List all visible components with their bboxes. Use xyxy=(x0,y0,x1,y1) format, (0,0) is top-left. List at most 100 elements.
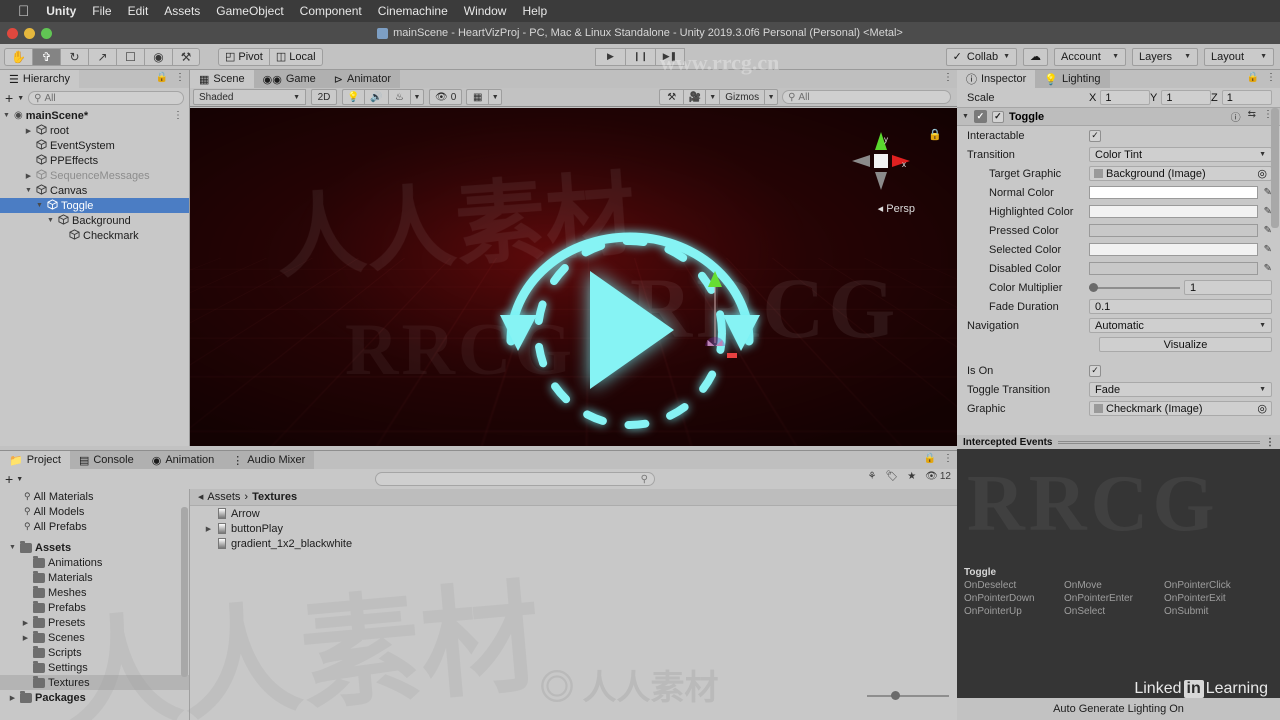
gizmos-dropdown[interactable]: ▼ xyxy=(764,89,779,105)
project-folder-settings[interactable]: ▶Settings xyxy=(0,660,189,675)
tab-lighting[interactable]: 💡 Lighting xyxy=(1035,70,1110,88)
step-button[interactable]: ▶❚ xyxy=(655,47,685,66)
transition-dropdown[interactable]: Color Tint ▼ xyxy=(1089,147,1272,162)
slider-knob[interactable] xyxy=(891,691,900,700)
chevron-icon[interactable]: ▶ xyxy=(21,619,30,627)
menu-item-component[interactable]: Component xyxy=(300,4,362,18)
project-search-input[interactable]: ⚲ xyxy=(375,472,655,486)
gizmos-button[interactable]: Gizmos xyxy=(719,89,765,105)
chevron-icon[interactable]: ▶ xyxy=(21,634,30,642)
project-folder-textures[interactable]: ▶Textures xyxy=(0,675,189,690)
chevron-right-icon[interactable]: ▶ xyxy=(204,525,213,533)
filter-by-type-icon[interactable]: ⚘ xyxy=(868,471,877,482)
account-button[interactable]: Account ▼ xyxy=(1054,47,1126,66)
breadcrumb-root[interactable]: Assets xyxy=(207,491,240,503)
hierarchy-item-checkmark[interactable]: ▼Checkmark xyxy=(0,228,189,243)
asset-item-buttonplay[interactable]: ▶ buttonPlay xyxy=(190,521,957,536)
chevron-icon[interactable]: ▼ xyxy=(8,544,17,551)
menu-item-edit[interactable]: Edit xyxy=(128,4,149,18)
chevron-icon[interactable]: ▼ xyxy=(24,187,33,194)
project-filter-all-models[interactable]: ⚲ All Models xyxy=(0,504,189,519)
scene-viewport[interactable]: 人人素材 RRCG RRCG xyxy=(190,108,957,446)
hierarchy-search-input[interactable]: ⚲ All xyxy=(28,91,184,105)
pivot-mode-button[interactable]: ◰ Pivot xyxy=(218,47,270,66)
scene-orientation-gizmo[interactable]: y x xyxy=(850,130,912,192)
more-menu-icon[interactable]: ⋮ xyxy=(943,453,953,464)
shading-mode-dropdown[interactable]: Shaded ▼ xyxy=(193,89,306,105)
chevron-down-icon[interactable]: ▼ xyxy=(2,112,11,119)
asset-item-gradient_1x2_blackwhite[interactable]: ▶gradient_1x2_blackwhite xyxy=(190,536,957,551)
hierarchy-item-eventsystem[interactable]: ▼EventSystem xyxy=(0,138,189,153)
create-object-button[interactable]: + xyxy=(5,91,13,105)
scene-tools-button[interactable]: ⚒ xyxy=(659,89,684,105)
scene-lock-icon[interactable]: 🔒 xyxy=(928,128,942,141)
favorites-star-icon[interactable]: ★ xyxy=(907,471,916,482)
project-folder-materials[interactable]: ▶Materials xyxy=(0,570,189,585)
perspective-label[interactable]: ◂ Persp xyxy=(878,202,915,215)
maximize-window-button[interactable] xyxy=(41,28,52,39)
rect-tool-button[interactable]: ☐ xyxy=(116,47,144,66)
scene-camera-dropdown[interactable]: ▼ xyxy=(705,89,720,105)
hierarchy-scene-root[interactable]: ▼ ◉ mainScene* ⋮ xyxy=(0,108,189,123)
project-folder-presets[interactable]: ▶ Presets xyxy=(0,615,189,630)
selected-color-swatch[interactable] xyxy=(1089,243,1258,256)
hierarchy-item-canvas[interactable]: ▼ Canvas xyxy=(0,183,189,198)
chevron-icon[interactable]: ▶ xyxy=(24,172,33,180)
grid-snap-dropdown[interactable]: ▼ xyxy=(488,89,503,105)
scene-search-input[interactable]: ⚲ All xyxy=(782,90,952,104)
toggle-transition-dropdown[interactable]: Fade ▼ xyxy=(1089,382,1272,397)
lock-icon[interactable]: 🔒 xyxy=(156,72,168,83)
visualize-button[interactable]: Visualize xyxy=(1099,337,1272,352)
tab-console[interactable]: ▤ Console xyxy=(69,451,143,469)
x-axis-handle[interactable] xyxy=(727,353,737,358)
menu-item-gameobject[interactable]: GameObject xyxy=(216,4,283,18)
scrollbar-thumb[interactable] xyxy=(181,507,188,677)
create-asset-button[interactable]: + xyxy=(5,472,13,486)
menu-item-assets[interactable]: Assets xyxy=(164,4,200,18)
scale-tool-button[interactable]: ↗ xyxy=(88,47,116,66)
scale-x-input[interactable]: 1 xyxy=(1100,90,1150,105)
project-folder-assets[interactable]: ▼ Assets xyxy=(0,540,189,555)
lock-icon[interactable]: 🔒 xyxy=(924,453,936,464)
project-folder-packages[interactable]: ▶ Packages xyxy=(0,690,189,705)
component-enabled-checkbox[interactable]: ✓ xyxy=(991,110,1004,123)
2d-toggle-button[interactable]: 2D xyxy=(311,89,337,105)
tab-animation[interactable]: ◉ Animation xyxy=(142,451,224,469)
normal-color-swatch[interactable] xyxy=(1089,186,1258,199)
menu-item-window[interactable]: Window xyxy=(464,4,507,18)
hierarchy-item-toggle[interactable]: ▼ Toggle xyxy=(0,198,189,213)
menu-item-help[interactable]: Help xyxy=(522,4,547,18)
object-picker-icon[interactable]: ◎ xyxy=(1257,167,1267,180)
scale-y-input[interactable]: 1 xyxy=(1161,90,1211,105)
transform-tool-button[interactable]: ◉ xyxy=(144,47,172,66)
highlighted-color-swatch[interactable] xyxy=(1089,205,1258,218)
transform-handle-gizmo[interactable] xyxy=(700,271,730,346)
scale-z-input[interactable]: 1 xyxy=(1221,90,1272,105)
hand-tool-button[interactable]: ✋ xyxy=(4,47,32,66)
more-menu-icon[interactable]: ⋮ xyxy=(1265,437,1275,448)
hidden-assets-indicator[interactable]: 👁 12 xyxy=(925,471,951,482)
inspector-scrollbar[interactable] xyxy=(1271,108,1279,433)
project-filter-all-materials[interactable]: ⚲ All Materials xyxy=(0,489,189,504)
project-folder-meshes[interactable]: ▶Meshes xyxy=(0,585,189,600)
is-on-checkbox[interactable]: ✓ xyxy=(1089,364,1101,377)
grid-snap-button[interactable]: ▦ xyxy=(466,89,489,105)
scene-audio-toggle[interactable]: 🔊 xyxy=(364,89,388,105)
pause-button[interactable]: ❙❙ xyxy=(625,47,655,66)
fade-duration-input[interactable]: 0.1 xyxy=(1089,299,1272,314)
hierarchy-item-sequencemessages[interactable]: ▶ SequenceMessages xyxy=(0,168,189,183)
asset-item-arrow[interactable]: ▶Arrow xyxy=(190,506,957,521)
minimize-window-button[interactable] xyxy=(24,28,35,39)
tab-audio-mixer[interactable]: ⋮ Audio Mixer xyxy=(223,451,315,469)
target-graphic-object-field[interactable]: Background (Image) ◎ xyxy=(1089,166,1272,181)
tab-hierarchy[interactable]: ☰ Hierarchy xyxy=(0,70,79,88)
tab-inspector[interactable]: ⓘ Inspector xyxy=(957,70,1036,88)
hierarchy-item-root[interactable]: ▶ root xyxy=(0,123,189,138)
disabled-color-swatch[interactable] xyxy=(1089,262,1258,275)
help-icon[interactable]: ⓘ xyxy=(1231,109,1241,124)
object-picker-icon[interactable]: ◎ xyxy=(1257,402,1267,415)
move-tool-button[interactable]: ✞ xyxy=(32,47,60,66)
asset-zoom-slider[interactable] xyxy=(867,690,949,702)
scene-lighting-toggle[interactable]: 💡 xyxy=(342,89,364,105)
hierarchy-item-background[interactable]: ▼ Background xyxy=(0,213,189,228)
